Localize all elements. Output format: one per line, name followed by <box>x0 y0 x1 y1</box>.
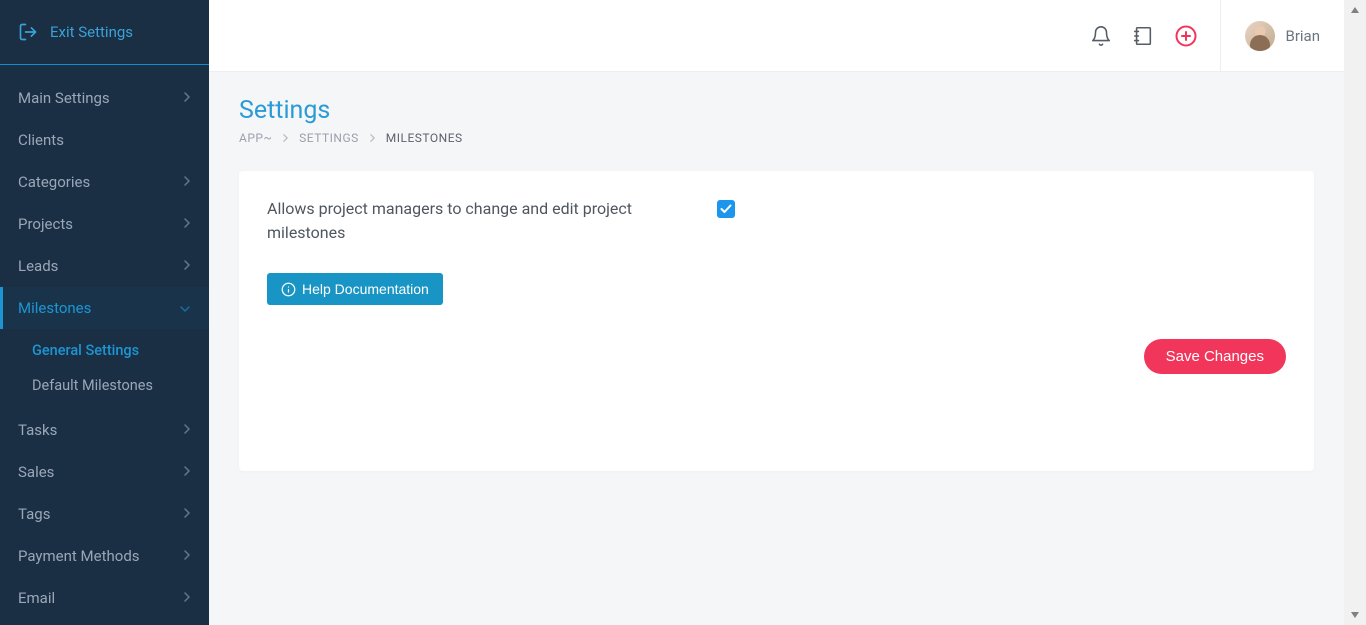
chevron-right-icon <box>183 173 191 191</box>
help-documentation-button[interactable]: Help Documentation <box>267 273 443 305</box>
sidebar-subitem-label: General Settings <box>32 342 139 359</box>
sidebar-item-label: Main Settings <box>18 89 110 107</box>
save-changes-button[interactable]: Save Changes <box>1144 339 1286 374</box>
chevron-right-icon <box>183 547 191 565</box>
chevron-down-icon <box>179 299 191 317</box>
sidebar-item-label: Tags <box>18 505 50 523</box>
sidebar-item-label: Email <box>18 589 55 607</box>
sidebar-item-label: Clients <box>18 131 64 149</box>
sidebar-subnav-milestones: General Settings Default Milestones <box>0 329 209 409</box>
sidebar-item-sales[interactable]: Sales <box>0 451 209 493</box>
breadcrumb-current: MILESTONES <box>386 131 463 145</box>
sidebar-item-tasks[interactable]: Tasks <box>0 409 209 451</box>
notebook-icon[interactable] <box>1132 25 1154 47</box>
exit-icon <box>18 22 38 42</box>
sidebar-item-tags[interactable]: Tags <box>0 493 209 535</box>
sidebar-item-label: Projects <box>18 215 73 233</box>
sidebar-item-label: Categories <box>18 173 90 191</box>
topbar-icons <box>1090 24 1220 48</box>
info-icon <box>281 282 296 297</box>
check-icon <box>720 204 732 214</box>
sidebar-subitem-label: Default Milestones <box>32 377 153 394</box>
page-title: Settings <box>239 96 1314 125</box>
sidebar-item-projects[interactable]: Projects <box>0 203 209 245</box>
sidebar-item-clients[interactable]: Clients <box>0 119 209 161</box>
vertical-scrollbar[interactable] <box>1344 0 1366 625</box>
add-circle-icon[interactable] <box>1174 24 1198 48</box>
setting-label: Allows project managers to change and ed… <box>267 197 677 245</box>
sidebar-item-label: Leads <box>18 257 58 275</box>
main-area: Brian Settings APP~ SETTINGS MILESTONES … <box>209 0 1344 625</box>
sidebar-item-main-settings[interactable]: Main Settings <box>0 77 209 119</box>
chevron-right-icon <box>183 89 191 107</box>
sidebar-item-label: Payment Methods <box>18 547 140 565</box>
chevron-right-icon <box>183 463 191 481</box>
sidebar-item-email[interactable]: Email <box>0 577 209 619</box>
chevron-right-icon <box>183 257 191 275</box>
help-button-label: Help Documentation <box>302 281 429 297</box>
settings-sidebar: Exit Settings Main Settings Clients Cate… <box>0 0 209 625</box>
chevron-right-icon <box>183 215 191 233</box>
scroll-up-button[interactable] <box>1344 0 1366 20</box>
settings-card: Allows project managers to change and ed… <box>239 171 1314 471</box>
setting-row-allow-pm-milestones: Allows project managers to change and ed… <box>267 197 907 245</box>
sidebar-item-payment-methods[interactable]: Payment Methods <box>0 535 209 577</box>
allow-pm-milestones-checkbox[interactable] <box>717 200 735 218</box>
notifications-icon[interactable] <box>1090 25 1112 47</box>
avatar <box>1245 21 1275 51</box>
chevron-right-icon <box>282 133 289 143</box>
save-button-label: Save Changes <box>1166 348 1264 365</box>
breadcrumb-segment[interactable]: APP~ <box>239 131 272 145</box>
sidebar-item-label: Tasks <box>18 421 57 439</box>
scroll-down-button[interactable] <box>1344 605 1366 625</box>
topbar: Brian <box>209 0 1344 72</box>
sidebar-item-leads[interactable]: Leads <box>0 245 209 287</box>
sidebar-item-milestones[interactable]: Milestones <box>0 287 209 329</box>
user-name: Brian <box>1285 27 1320 45</box>
chevron-right-icon <box>183 421 191 439</box>
sidebar-subitem-general-settings[interactable]: General Settings <box>0 333 209 368</box>
sidebar-item-label: Sales <box>18 463 54 481</box>
content: Settings APP~ SETTINGS MILESTONES Allows… <box>209 72 1344 495</box>
sidebar-subitem-default-milestones[interactable]: Default Milestones <box>0 368 209 403</box>
chevron-right-icon <box>369 133 376 143</box>
exit-settings-label: Exit Settings <box>50 23 133 41</box>
chevron-right-icon <box>183 589 191 607</box>
breadcrumb-segment[interactable]: SETTINGS <box>299 131 359 145</box>
user-menu[interactable]: Brian <box>1220 0 1344 71</box>
sidebar-item-categories[interactable]: Categories <box>0 161 209 203</box>
sidebar-nav: Main Settings Clients Categories Project… <box>0 65 209 619</box>
card-actions: Save Changes <box>267 339 1286 374</box>
sidebar-item-label: Milestones <box>18 299 91 317</box>
breadcrumb: APP~ SETTINGS MILESTONES <box>239 131 1314 145</box>
chevron-right-icon <box>183 505 191 523</box>
exit-settings-link[interactable]: Exit Settings <box>0 0 209 65</box>
